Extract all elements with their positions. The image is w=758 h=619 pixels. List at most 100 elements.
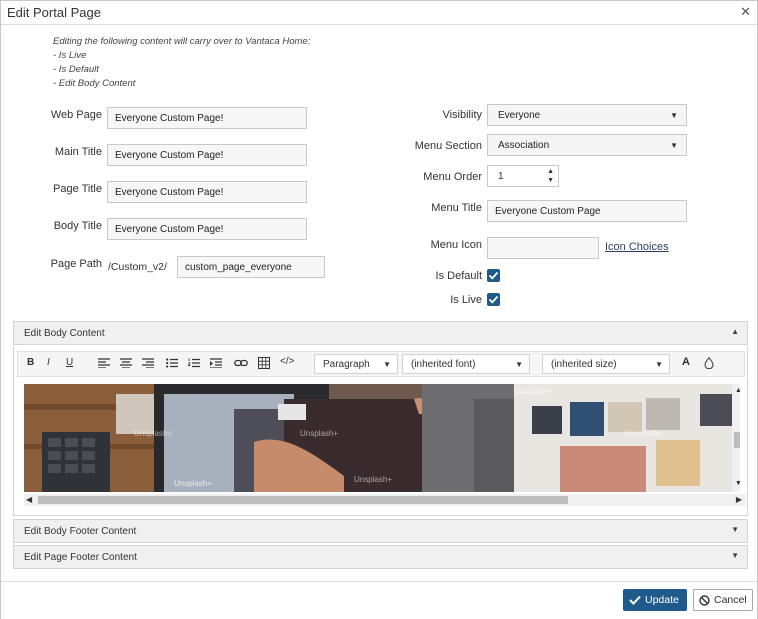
svg-text:Unsplash+: Unsplash+ (624, 429, 662, 438)
menu-icon-label: Menu Icon (430, 239, 482, 251)
edit-portal-page-dialog: Edit Portal Page ✕ Editing the following… (0, 0, 758, 619)
web-page-field[interactable]: Everyone Custom Page! (107, 107, 307, 129)
close-icon[interactable]: ✕ (740, 4, 751, 20)
panel-title: Edit Page Footer Content (24, 552, 137, 563)
page-title-field[interactable]: Everyone Custom Page! (107, 181, 307, 203)
dropdown-arrow-icon: ▼ (670, 141, 678, 150)
svg-text:Unsplash+: Unsplash+ (514, 387, 552, 396)
menu-title-field[interactable]: Everyone Custom Page (487, 200, 687, 222)
dialog-footer: Update Cancel (1, 581, 757, 619)
align-right-icon[interactable] (142, 358, 154, 368)
menu-section-value: Association (498, 140, 550, 151)
menu-icon-field[interactable] (487, 237, 599, 259)
text-color-icon[interactable]: A (682, 356, 690, 368)
font-value: (inherited font) (411, 359, 476, 370)
scroll-left-icon[interactable]: ◀ (26, 495, 32, 504)
editor-toolbar: B I U </> Paragraph ▼ (inherited font) ▼… (17, 351, 745, 377)
indent-icon[interactable] (210, 358, 222, 368)
menu-order-label: Menu Order (423, 171, 482, 183)
rich-text-editor: B I U </> Paragraph ▼ (inherited font) ▼… (13, 346, 748, 516)
visibility-select[interactable]: Everyone ▼ (487, 104, 687, 126)
dialog-titlebar: Edit Portal Page ✕ (1, 1, 757, 25)
align-center-icon[interactable] (120, 358, 132, 368)
table-icon[interactable] (258, 357, 270, 369)
image-watermark: Unsplash+ (174, 479, 213, 488)
scroll-up-icon[interactable]: ▲ (735, 387, 740, 394)
horizontal-scrollbar[interactable]: ◀ ▶ (24, 494, 746, 506)
expand-arrow-icon[interactable]: ▼ (731, 525, 739, 534)
menu-order-stepper[interactable]: 1 ▲ ▼ (487, 165, 559, 187)
note-line: - Edit Body Content (53, 78, 136, 89)
expand-arrow-icon[interactable]: ▼ (731, 551, 739, 560)
menu-order-value: 1 (498, 171, 504, 182)
underline-button[interactable]: U (66, 357, 73, 368)
edit-body-footer-content-header[interactable]: Edit Body Footer Content ▼ (13, 519, 748, 543)
format-select[interactable]: Paragraph ▼ (314, 354, 398, 374)
cancel-label: Cancel (714, 594, 747, 606)
checkmark-icon (488, 271, 499, 280)
edit-body-content-header[interactable]: Edit Body Content ▲ (13, 321, 748, 345)
numbered-list-icon[interactable] (188, 358, 200, 368)
dropdown-arrow-icon: ▼ (383, 360, 391, 369)
panel-title: Edit Body Content (24, 328, 105, 339)
cancel-button[interactable]: Cancel (693, 589, 753, 611)
web-page-label: Web Page (50, 109, 102, 121)
carry-over-note: Editing the following content will carry… (53, 35, 310, 91)
checkmark-icon (629, 595, 641, 605)
panel-title: Edit Body Footer Content (24, 526, 137, 537)
note-line: - Is Live (53, 50, 87, 61)
align-left-icon[interactable] (98, 358, 110, 368)
italic-button[interactable]: I (47, 357, 50, 368)
svg-text:Unsplash+: Unsplash+ (134, 429, 172, 438)
update-label: Update (645, 594, 679, 606)
main-title-field[interactable]: Everyone Custom Page! (107, 144, 307, 166)
editor-content-area[interactable]: Unsplash+ Unsplash+ Unsplash+ Unsplash+ … (24, 384, 740, 494)
menu-section-label: Menu Section (414, 140, 482, 152)
edit-page-footer-content-header[interactable]: Edit Page Footer Content ▼ (13, 545, 748, 569)
source-code-icon[interactable]: </> (280, 356, 294, 367)
format-value: Paragraph (323, 359, 370, 370)
menu-title-label: Menu Title (431, 202, 482, 214)
menu-section-select[interactable]: Association ▼ (487, 134, 687, 156)
page-title-label: Page Title (53, 183, 102, 195)
link-icon[interactable] (234, 358, 248, 368)
background-color-icon[interactable] (704, 357, 714, 369)
dialog-title: Edit Portal Page (7, 5, 101, 20)
is-default-checkbox[interactable] (487, 269, 500, 282)
collapse-arrow-icon[interactable]: ▲ (731, 327, 739, 336)
svg-text:Unsplash+: Unsplash+ (354, 475, 392, 484)
note-line: Editing the following content will carry… (53, 36, 311, 47)
vertical-scroll-thumb[interactable] (734, 432, 740, 448)
is-default-label: Is Default (435, 270, 482, 282)
update-button[interactable]: Update (623, 589, 687, 611)
fabric-samples-photo: Unsplash+ Unsplash+ Unsplash+ Unsplash+ … (24, 384, 732, 492)
scroll-down-icon[interactable]: ▼ (735, 480, 740, 487)
bullet-list-icon[interactable] (166, 358, 178, 368)
main-title-label: Main Title (54, 146, 102, 158)
visibility-value: Everyone (498, 110, 541, 121)
dropdown-arrow-icon: ▼ (655, 360, 663, 369)
horizontal-scroll-thumb[interactable] (38, 496, 568, 504)
font-select[interactable]: (inherited font) ▼ (402, 354, 530, 374)
vertical-scrollbar[interactable]: ▲ ▼ (732, 384, 740, 492)
is-live-checkbox[interactable] (487, 293, 500, 306)
size-value: (inherited size) (551, 359, 617, 370)
dropdown-arrow-icon: ▼ (670, 111, 678, 120)
note-line: - Is Default (53, 64, 99, 75)
scroll-right-icon[interactable]: ▶ (736, 495, 742, 504)
svg-text:Unsplash+: Unsplash+ (300, 429, 338, 438)
is-live-label: Is Live (450, 294, 482, 306)
icon-choices-link[interactable]: Icon Choices (605, 241, 669, 253)
page-path-field[interactable]: custom_page_everyone (177, 256, 325, 278)
body-title-field[interactable]: Everyone Custom Page! (107, 218, 307, 240)
stepper-arrows-icon[interactable]: ▲ ▼ (547, 167, 554, 185)
cancel-icon (699, 595, 710, 606)
size-select[interactable]: (inherited size) ▼ (542, 354, 670, 374)
page-path-prefix: /Custom_v2/ (108, 261, 167, 273)
page-path-label: Page Path (50, 258, 102, 270)
bold-button[interactable]: B (27, 357, 34, 368)
dropdown-arrow-icon: ▼ (515, 360, 523, 369)
visibility-label: Visibility (442, 109, 482, 121)
body-title-label: Body Title (53, 220, 102, 232)
checkmark-icon (488, 295, 499, 304)
